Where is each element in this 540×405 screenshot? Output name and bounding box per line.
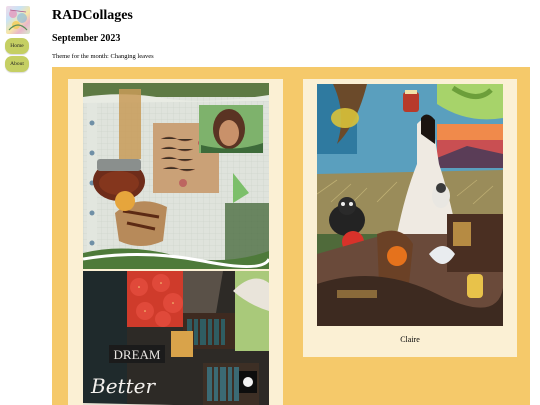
site-logo[interactable] [6, 6, 30, 34]
nav-about-button[interactable]: About [5, 56, 29, 72]
collage-text-dream: DREAM [114, 347, 161, 362]
collage-caption: Claire [400, 335, 420, 344]
sidebar: Home About [0, 0, 40, 405]
theme-text: Theme for the month: Changing leaves [52, 53, 154, 60]
collage-image[interactable] [83, 83, 269, 269]
nav-home-button[interactable]: Home [5, 38, 29, 54]
site-title: RADCollages [52, 8, 133, 23]
collage-gallery: DREAM Better Claire [52, 67, 530, 405]
collage-card-claire: Claire [303, 79, 517, 357]
collage-card: DREAM Better [68, 79, 283, 405]
collage-text-better: Better [90, 374, 156, 398]
collage-image[interactable] [317, 84, 503, 326]
month-heading: September 2023 [52, 33, 121, 44]
collage-image[interactable]: DREAM Better [83, 271, 269, 405]
